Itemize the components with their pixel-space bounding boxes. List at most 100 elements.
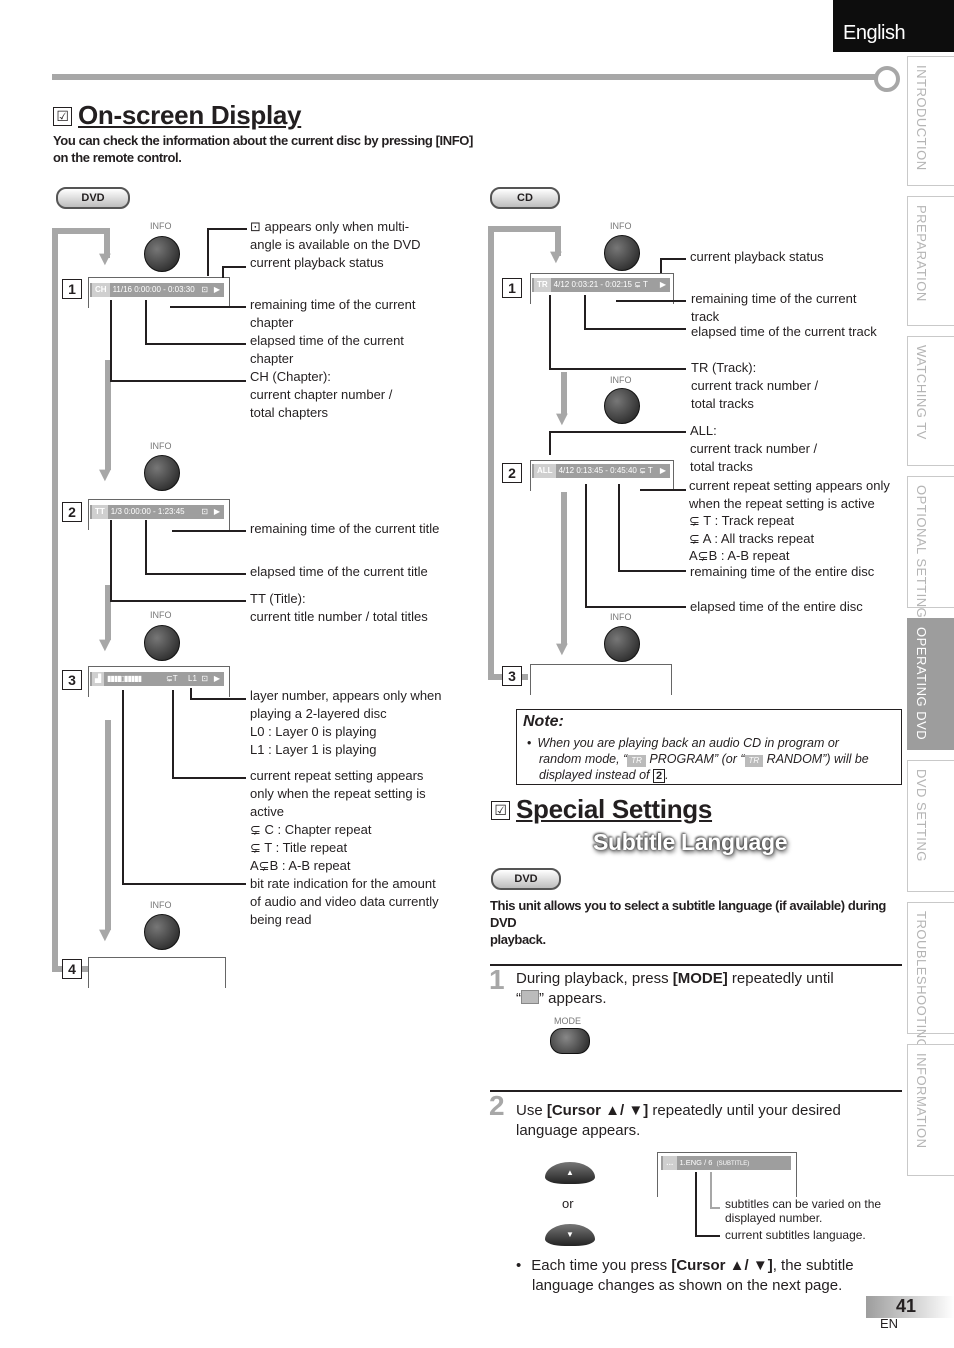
mode-label: MODE [554,1016,581,1026]
info-button[interactable] [604,626,640,662]
callout-line [222,266,246,268]
callout-line [110,520,112,601]
osd-chapter-tag: CH [92,283,110,297]
osd-text: 4/12 0:03:21 - 0:02:15 ⊊ T [553,280,648,289]
step-ref: 2 [652,769,666,783]
osd-title-tag: TT [92,505,108,519]
step-number: 1 [62,279,82,299]
info-button[interactable] [604,235,640,271]
info-label: INFO [150,610,172,620]
info-button[interactable] [144,455,180,491]
side-tab-optional-setting[interactable]: OPTIONAL SETTING [907,476,954,618]
loop-line [52,228,58,972]
flow-arrow [105,720,111,930]
osd-text: 1/3 0:00:00 - 1:23:45 [110,507,185,516]
info-button[interactable] [144,914,180,950]
callout-remaining-disc: remaining time of the entire disc [690,564,875,579]
cursor-down-button[interactable]: ▼ [545,1224,595,1246]
osd-info-bar: TT 1/3 0:00:00 - 1:23:45 ⊡ ▶ [90,505,224,519]
info-label: INFO [150,441,172,451]
callout-remaining-chapter: remaining time of the current chapter el… [250,297,416,420]
note-box: Note: • When you are playing back an audi… [516,709,902,785]
callout-line [190,688,192,699]
callout-angle: ⊡ appears only when multi- angle is avai… [250,219,421,270]
info-button[interactable] [144,236,180,272]
header-rule [52,74,878,80]
cursor-up-button[interactable]: ▲ [545,1162,595,1184]
side-tab-introduction[interactable]: INTRODUCTION [907,56,954,186]
subtitle-icon [521,990,539,1004]
callout-line [618,484,620,571]
callout-line [145,573,246,575]
down-arrow-icon: ▼ [95,248,115,270]
play-icon: ▶ [659,280,666,289]
angle-icon: ⊡ [201,674,208,683]
step1-instruction: During playback, press [MODE] repeatedly… [516,970,834,1007]
side-tab-operating-dvd[interactable]: OPERATING DVD [907,618,954,750]
callout-line [660,258,686,260]
callout-repeat: current repeat setting appears only when… [250,768,426,873]
dvd-badge: DVD [56,187,130,209]
angle-icon: ⊡ [201,285,208,294]
callout-line [207,228,209,276]
down-arrow-icon: ▼ [95,464,115,486]
callout-line [640,489,686,491]
info-label: INFO [150,221,172,231]
side-tab-dvd-setting[interactable]: DVD SETTING [907,760,954,892]
header-rule-circle [874,66,900,92]
osd-subtitle-text: 1.ENG / 6 [679,1158,713,1167]
checkbox-icon: ☑ [53,107,72,126]
info-label: INFO [150,900,172,910]
callout-line [584,328,686,330]
callout-elapsed-track: elapsed time of the current track [691,324,877,339]
callout-remaining-track: remaining time of the current track [691,291,857,324]
loop-line [488,226,560,232]
play-icon: ▶ [213,285,220,294]
mode-button[interactable] [550,1028,590,1054]
callout-elapsed-title: elapsed time of the current title [250,564,428,579]
checkbox-icon: ☑ [491,801,510,820]
step-number: 3 [502,666,522,686]
callout-line [122,690,124,884]
callout-layer: layer number, appears only when playing … [250,688,442,757]
side-tab-troubleshooting[interactable]: TROUBLESHOOTING [907,902,954,1049]
tr-tag: TR [744,755,764,767]
osd-info-bar: CH 11/16 0:00:00 - 0:03:30 ⊡ ▶ [90,283,224,297]
callout-bitrate: bit rate indication for the amount of au… [250,876,439,927]
callout-line [616,300,686,302]
tr-tag: TR [627,755,646,767]
side-tab-preparation[interactable]: PREPARATION [907,196,954,326]
step-number: 2 [502,463,522,483]
callout-line [207,228,247,230]
divider [490,1090,902,1092]
callout-line [549,368,686,370]
angle-icon: ⊡ [201,507,208,516]
step-number: 2 [489,1090,505,1121]
divider [490,964,902,966]
callout-line [110,380,246,382]
osd-screen-blank [88,957,226,988]
down-arrow-icon: ▼ [552,408,572,430]
cd-badge: CD [490,187,560,209]
page-lang: EN [880,1316,899,1331]
section-title: Special Settings [516,794,713,824]
callout-line [585,606,686,608]
or-label: or [562,1196,574,1211]
callout-remaining-title: remaining time of the current title [250,521,440,536]
callout-line [145,520,147,574]
dvd-badge: DVD [491,868,561,890]
step2-instruction: Use [Cursor ▲/ ▼] repeatedly until your … [516,1102,841,1139]
callout-line [172,777,246,779]
info-label: INFO [610,375,632,385]
language-tab: English [833,0,954,52]
side-tab-watching-tv[interactable]: WATCHING TV [907,336,954,466]
callout-all: ALL: current track number / total tracks [690,423,818,474]
info-button[interactable] [144,625,180,661]
onscreen-heading: ☑ On-screen Display [53,100,302,131]
info-button[interactable] [604,388,640,424]
callout-elapsed-disc: elapsed time of the entire disc [690,599,863,614]
side-tab-information[interactable]: INFORMATION [907,1044,954,1176]
play-icon: ▶ [213,674,220,683]
callout-line [549,431,686,433]
bitrate-icon: ▟ [92,672,105,686]
